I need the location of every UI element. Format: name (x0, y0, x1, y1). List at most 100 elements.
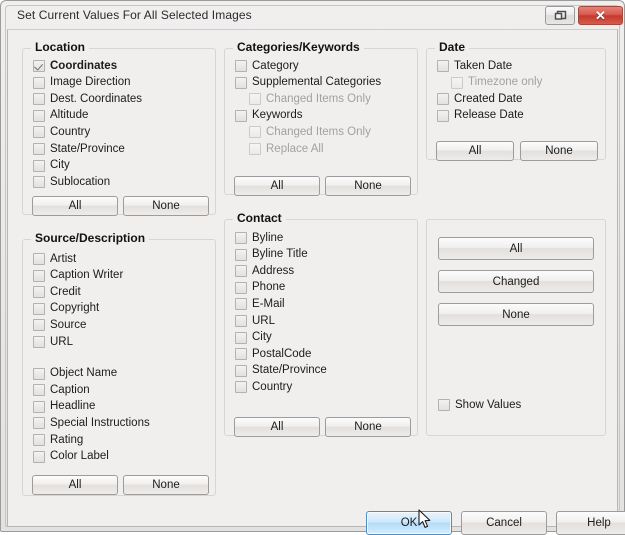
checkbox[interactable] (33, 60, 45, 72)
checkbox[interactable] (235, 232, 247, 244)
location-all-button[interactable]: All (32, 196, 118, 216)
checkbox-row[interactable]: Byline (235, 230, 283, 246)
checkbox-row[interactable]: Caption Writer (33, 268, 123, 284)
contact-none-button[interactable]: None (325, 417, 411, 437)
checkbox[interactable] (235, 76, 247, 89)
checkbox-row[interactable]: Byline Title (235, 247, 308, 263)
checkbox-row[interactable]: Artist (33, 251, 76, 267)
ok-button[interactable]: OK (366, 511, 452, 535)
global-changed-button[interactable]: Changed (438, 270, 594, 293)
checkbox-row[interactable]: Address (235, 263, 294, 279)
checkbox[interactable] (437, 60, 449, 72)
checkbox-row[interactable]: Credit (33, 284, 81, 300)
checkbox-row[interactable]: Phone (235, 280, 285, 296)
checkbox-row[interactable]: Dest. Coordinates (33, 91, 142, 107)
checkbox[interactable] (235, 265, 247, 278)
checkbox-label: State/Province (252, 364, 327, 377)
checkbox[interactable] (33, 286, 45, 299)
checkbox-row[interactable]: Copyright (33, 301, 99, 317)
title-bar[interactable]: Set Current Values For All Selected Imag… (6, 5, 623, 27)
checkbox-row[interactable]: Sublocation (33, 174, 110, 190)
categories-keywords-all-button[interactable]: All (234, 176, 320, 196)
checkbox[interactable] (235, 248, 247, 261)
show-values-checkbox[interactable] (438, 399, 450, 411)
checkbox-row[interactable]: Category (235, 58, 299, 74)
checkbox[interactable] (33, 319, 45, 332)
cancel-button[interactable]: Cancel (461, 511, 547, 535)
checkbox-row[interactable]: Release Date (437, 108, 524, 124)
checkbox-label: Headline (50, 400, 96, 413)
checkbox-row[interactable]: Coordinates (33, 58, 117, 74)
checkbox-row[interactable]: Color Label (33, 449, 109, 465)
checkbox-row[interactable]: Country (235, 379, 292, 395)
checkbox-row[interactable]: Rating (33, 432, 83, 448)
checkbox-label: Byline (252, 231, 284, 244)
checkbox[interactable] (235, 364, 247, 377)
checkbox-row[interactable]: Source (33, 317, 86, 333)
global-all-button[interactable]: All (438, 237, 594, 260)
checkbox-row[interactable]: Supplemental Categories (235, 75, 381, 91)
checkbox[interactable] (33, 269, 45, 282)
checkbox[interactable] (33, 434, 45, 446)
checkbox-row[interactable]: Keywords (235, 108, 303, 124)
checkbox-row[interactable]: Special Instructions (33, 415, 150, 431)
checkbox[interactable] (235, 298, 247, 311)
source-description-all-button[interactable]: All (32, 475, 118, 495)
checkbox[interactable] (33, 93, 45, 106)
checkbox[interactable] (33, 400, 45, 413)
checkbox[interactable] (235, 348, 247, 361)
location-none-button[interactable]: None (123, 196, 209, 216)
checkbox-row[interactable]: Caption (33, 382, 90, 398)
checkbox-label: Keywords (252, 109, 303, 122)
checkbox-row[interactable]: State/Province (235, 363, 327, 379)
checkbox[interactable] (33, 417, 45, 430)
checkbox[interactable] (33, 109, 45, 122)
checkbox-row[interactable]: Created Date (437, 91, 522, 107)
date-all-button[interactable]: All (436, 141, 514, 161)
global-none-button[interactable]: None (438, 303, 594, 326)
checkbox-row[interactable]: PostalCode (235, 346, 311, 362)
checkbox[interactable] (235, 60, 247, 72)
checkbox[interactable] (33, 253, 45, 265)
checkbox[interactable] (33, 143, 45, 155)
checkbox[interactable] (33, 384, 45, 397)
close-button[interactable]: ✕ (578, 6, 623, 25)
checkbox[interactable] (33, 367, 45, 380)
checkbox[interactable] (33, 450, 45, 463)
checkbox-row[interactable]: Object Name (33, 366, 117, 382)
checkbox[interactable] (235, 331, 247, 344)
source-description-none-button[interactable]: None (123, 475, 209, 495)
checkbox[interactable] (33, 176, 45, 189)
checkbox-row[interactable]: Taken Date (437, 58, 512, 74)
checkbox-row[interactable]: Headline (33, 399, 95, 415)
checkbox[interactable] (235, 315, 247, 327)
checkbox-label: Address (252, 264, 295, 277)
checkbox[interactable] (235, 281, 247, 294)
date-none-button[interactable]: None (520, 141, 598, 161)
checkbox[interactable] (33, 126, 45, 139)
checkbox-row[interactable]: City (33, 158, 70, 174)
categories-keywords-none-button[interactable]: None (325, 176, 411, 196)
checkbox-row[interactable]: Altitude (33, 108, 88, 124)
checkbox[interactable] (33, 76, 45, 89)
checkbox[interactable] (33, 302, 45, 315)
checkbox[interactable] (235, 109, 247, 122)
checkbox-label: Supplemental Categories (252, 76, 382, 89)
checkbox-row[interactable]: City (235, 330, 272, 346)
checkbox-row[interactable]: Image Direction (33, 75, 131, 91)
restore-button[interactable] (545, 6, 575, 25)
show-values-row[interactable]: Show Values (438, 397, 521, 413)
checkbox[interactable] (437, 93, 449, 106)
group-date: Date All None Taken Date Timezone only Cre… (426, 40, 606, 161)
checkbox[interactable] (437, 109, 449, 122)
checkbox[interactable] (235, 381, 247, 394)
checkbox-row[interactable]: Country (33, 124, 90, 140)
checkbox-row[interactable]: E-Mail (235, 296, 285, 312)
checkbox-row[interactable]: URL (33, 334, 73, 350)
contact-all-button[interactable]: All (234, 417, 320, 437)
checkbox-row[interactable]: State/Province (33, 141, 125, 157)
checkbox[interactable] (33, 336, 45, 348)
checkbox[interactable] (33, 159, 45, 172)
help-button[interactable]: Help (556, 511, 625, 535)
checkbox-row[interactable]: URL (235, 313, 275, 329)
